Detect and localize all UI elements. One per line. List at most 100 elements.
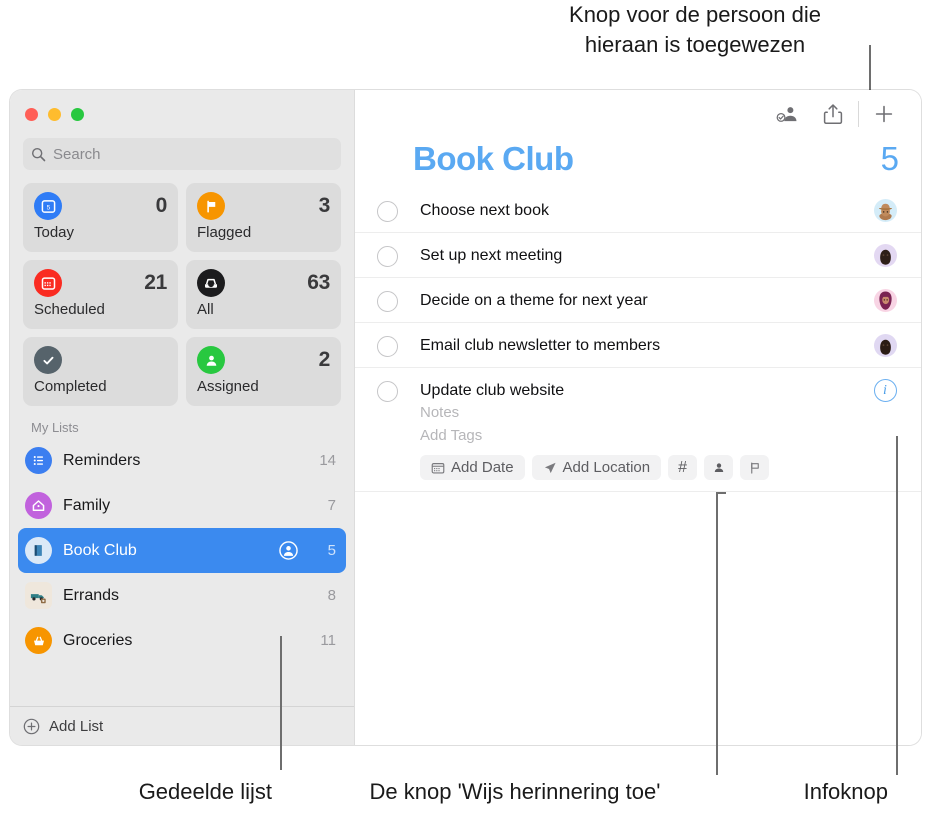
reminders-list: Choose next book Set up next meeting Dec…	[355, 178, 921, 745]
complete-circle[interactable]	[377, 201, 398, 222]
calendar-icon	[34, 269, 62, 297]
assignee-avatar[interactable]	[873, 334, 897, 357]
smart-list-all-label: All	[197, 301, 214, 318]
callout-top-text: Knop voor de persoon die hieraan is toeg…	[569, 2, 821, 57]
flag-chip[interactable]	[740, 455, 770, 480]
reminder-action-chips: Add Date Add Location #	[420, 455, 871, 480]
complete-circle[interactable]	[377, 336, 398, 357]
detail-toolbar	[355, 90, 921, 138]
smart-list-completed[interactable]: Completed	[23, 337, 178, 406]
assignee-avatar[interactable]	[873, 244, 897, 267]
smart-list-today-label: Today	[34, 224, 75, 241]
reminder-body: Update club website Notes Add Tags Add D…	[398, 368, 871, 491]
calendar-today-icon: 5	[34, 192, 62, 220]
reminder-row[interactable]: Choose next book	[355, 188, 921, 233]
reminder-tags-placeholder[interactable]: Add Tags	[420, 425, 871, 446]
reminder-title[interactable]: Update club website	[420, 381, 871, 400]
reminder-row[interactable]: Set up next meeting	[355, 233, 921, 278]
reminder-row[interactable]: Decide on a theme for next year	[355, 278, 921, 323]
calendar-icon	[431, 461, 445, 475]
reminder-notes-placeholder[interactable]: Notes	[420, 402, 871, 423]
search-field[interactable]: Search	[23, 138, 341, 170]
sidebar-item-book-club-count: 5	[327, 542, 336, 559]
sidebar-item-family[interactable]: Family 7	[18, 483, 346, 528]
sidebar: Search 5 0 Today 3 Flagged 21 Scheduled …	[10, 90, 354, 745]
reminder-assignee-slot	[871, 199, 899, 222]
add-tag-chip[interactable]: #	[668, 455, 698, 480]
close-button[interactable]	[25, 107, 38, 121]
complete-circle[interactable]	[377, 381, 398, 402]
sidebar-item-reminders-label: Reminders	[63, 451, 141, 469]
screenshot-canvas: Knop voor de persoon die hieraan is toeg…	[0, 0, 931, 814]
list-bullet-icon	[25, 447, 52, 474]
sidebar-item-errands-label: Errands	[63, 586, 120, 604]
svg-text:5: 5	[46, 204, 50, 211]
smart-list-flagged[interactable]: 3 Flagged	[186, 183, 341, 252]
smart-list-all-count: 63	[307, 271, 330, 294]
sidebar-item-book-club-label: Book Club	[63, 541, 137, 559]
add-list-button[interactable]: Add List	[10, 706, 354, 745]
smart-list-flagged-label: Flagged	[197, 224, 252, 241]
callout-info-line	[896, 436, 898, 775]
complete-circle[interactable]	[377, 246, 398, 267]
sidebar-item-book-club[interactable]: Book Club 5	[18, 528, 346, 573]
smart-list-today[interactable]: 5 0 Today	[23, 183, 178, 252]
search-icon	[31, 147, 46, 162]
add-date-chip[interactable]: Add Date	[420, 455, 525, 480]
my-lists-header: My Lists	[31, 420, 79, 435]
zoom-button[interactable]	[71, 107, 84, 121]
hash-icon: #	[678, 458, 688, 476]
reminder-row-expanded[interactable]: Update club website Notes Add Tags Add D…	[355, 368, 921, 492]
assignee-avatar[interactable]	[873, 289, 897, 312]
sidebar-item-errands[interactable]: Errands 8	[18, 573, 346, 618]
smart-list-assigned-label: Assigned	[197, 378, 259, 395]
reminder-title: Email club newsletter to members	[420, 337, 661, 354]
assignee-avatar[interactable]	[873, 199, 897, 222]
search-container: Search	[10, 138, 354, 170]
reminder-row[interactable]: Email club newsletter to members	[355, 323, 921, 368]
smart-list-all[interactable]: 63 All	[186, 260, 341, 329]
reminder-body: Set up next meeting	[398, 233, 871, 276]
reminder-assignee-slot	[871, 289, 899, 312]
sidebar-item-family-count: 7	[327, 497, 336, 514]
smart-list-scheduled[interactable]: 21 Scheduled	[23, 260, 178, 329]
add-date-chip-label: Add Date	[451, 459, 514, 476]
window-traffic-lights	[10, 90, 354, 138]
reminder-assignee-slot	[871, 334, 899, 357]
minimize-button[interactable]	[48, 107, 61, 121]
shared-list-icon[interactable]	[279, 541, 298, 560]
reminder-body: Decide on a theme for next year	[398, 278, 871, 321]
flag-outline-icon	[748, 461, 762, 475]
person-icon	[197, 346, 225, 374]
add-location-chip[interactable]: Add Location	[531, 455, 662, 480]
sidebar-item-reminders[interactable]: Reminders 14	[18, 438, 346, 483]
reminders-app-window: Search 5 0 Today 3 Flagged 21 Scheduled …	[10, 90, 921, 745]
reminder-body: Choose next book	[398, 188, 871, 231]
plus-circle-icon	[23, 718, 40, 735]
callout-shared-list-line	[280, 636, 282, 770]
sidebar-item-groceries-count: 11	[320, 632, 336, 649]
checkmark-icon	[34, 346, 62, 374]
add-reminder-button[interactable]	[861, 94, 907, 134]
inbox-icon	[197, 269, 225, 297]
add-list-label: Add List	[49, 717, 104, 735]
page-count: 5	[880, 140, 899, 177]
assign-reminder-chip[interactable]	[704, 455, 734, 480]
search-placeholder: Search	[53, 145, 101, 163]
complete-circle[interactable]	[377, 291, 398, 312]
smart-list-assigned[interactable]: 2 Assigned	[186, 337, 341, 406]
sidebar-item-reminders-count: 14	[319, 452, 336, 469]
location-arrow-icon	[543, 461, 557, 475]
detail-pane: Book Club 5 Choose next book Set up next…	[354, 90, 921, 745]
info-button[interactable]: i	[873, 379, 897, 402]
callout-shared-list-text: Gedeelde lijst	[138, 779, 272, 804]
list-title-row: Book Club 5	[355, 138, 921, 178]
assigned-to-me-button[interactable]	[764, 94, 810, 134]
smart-list-today-count: 0	[155, 194, 168, 217]
truck-icon	[25, 582, 52, 609]
share-button[interactable]	[810, 94, 856, 134]
sidebar-item-groceries[interactable]: Groceries 11	[18, 618, 346, 663]
smart-list-completed-label: Completed	[34, 378, 107, 395]
person-icon	[712, 461, 726, 475]
basket-icon	[25, 627, 52, 654]
